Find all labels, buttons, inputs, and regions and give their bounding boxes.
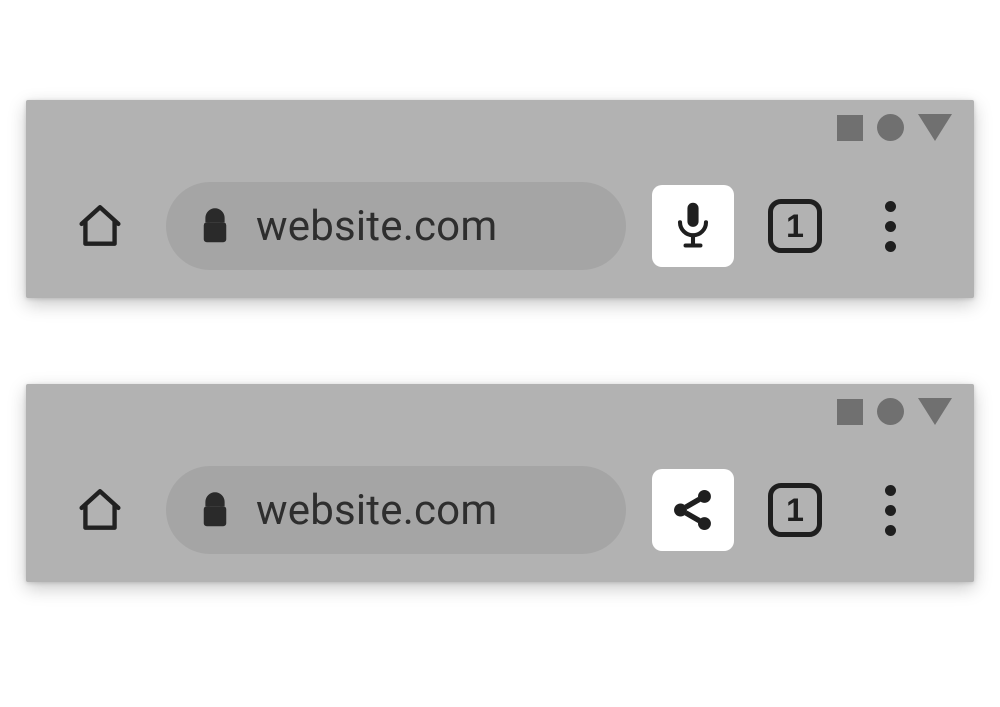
status-circle-icon xyxy=(877,114,904,141)
lock-icon xyxy=(200,490,230,530)
home-button[interactable] xyxy=(72,198,128,254)
share-button[interactable] xyxy=(652,469,734,551)
tab-switcher-button[interactable]: 1 xyxy=(768,483,822,537)
browser-toolbar-variant-a: website.com 1 xyxy=(26,100,974,298)
toolbar-row: website.com 1 xyxy=(26,462,974,558)
home-icon xyxy=(75,201,125,251)
toolbar-row: website.com 1 xyxy=(26,178,974,274)
status-triangle-icon xyxy=(918,114,952,141)
address-bar[interactable]: website.com xyxy=(166,466,626,554)
more-vert-icon xyxy=(885,201,896,252)
tab-count: 1 xyxy=(786,210,804,242)
status-triangle-icon xyxy=(918,398,952,425)
home-icon xyxy=(75,485,125,535)
address-bar[interactable]: website.com xyxy=(166,182,626,270)
voice-search-button[interactable] xyxy=(652,185,734,267)
more-menu-button[interactable] xyxy=(870,482,910,538)
browser-toolbar-variant-b: website.com 1 xyxy=(26,384,974,582)
tab-count: 1 xyxy=(786,494,804,526)
url-text: website.com xyxy=(256,202,497,251)
status-square-icon xyxy=(837,115,863,141)
status-bar-icons xyxy=(837,398,952,425)
tab-switcher-button[interactable]: 1 xyxy=(768,199,822,253)
status-circle-icon xyxy=(877,398,904,425)
status-square-icon xyxy=(837,399,863,425)
status-bar-icons xyxy=(837,114,952,141)
tab-count-badge: 1 xyxy=(768,199,822,253)
tab-count-badge: 1 xyxy=(768,483,822,537)
home-button[interactable] xyxy=(72,482,128,538)
microphone-icon xyxy=(670,200,716,252)
more-vert-icon xyxy=(885,485,896,536)
lock-icon xyxy=(200,206,230,246)
more-menu-button[interactable] xyxy=(870,198,910,254)
url-text: website.com xyxy=(256,486,497,535)
share-icon xyxy=(668,485,718,535)
